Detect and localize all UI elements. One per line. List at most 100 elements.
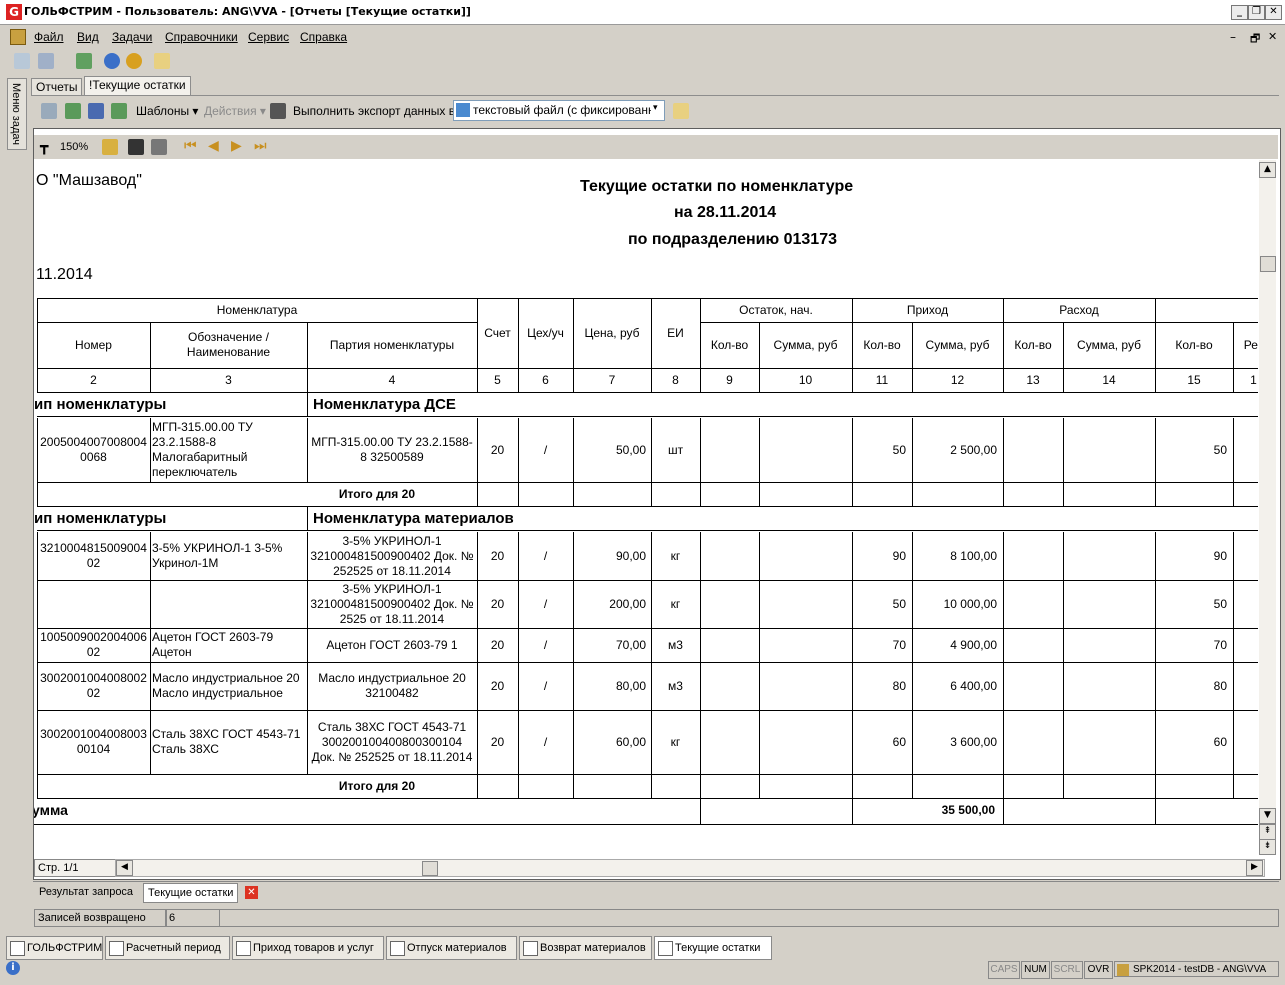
minimize-button[interactable]: _ [1231,5,1248,20]
subtotal-col-line [573,774,574,798]
open-icon[interactable] [102,139,118,155]
group2-row-3-account: 20 [490,637,505,652]
menu-tasks[interactable]: Задачи [112,30,152,44]
row-col-line [651,580,652,628]
zoom-level[interactable]: 150% [60,141,88,153]
menu-file[interactable]: Файл [34,30,64,44]
chevron-down-icon[interactable]: ▾ [653,103,658,113]
scroll-down-button[interactable]: ▼ [1259,808,1276,824]
menu-service[interactable]: Сервис [248,30,289,44]
hscroll-thumb[interactable] [422,861,438,876]
row-col-line [1003,710,1004,774]
group2-row-3-price: 70,00 [615,638,646,652]
export-format-select[interactable]: текстовый файл (с фиксированным ▾ [453,100,665,121]
prev-page-icon[interactable]: ◀ [208,138,219,154]
task-menu-tab[interactable]: Меню задач [7,78,27,150]
task-label: ГОЛЬФСТРИМ [27,942,103,954]
group2-row-1-income-qty: 90 [892,549,906,563]
header-price: Цена, руб [584,325,640,340]
tab-query-result[interactable]: Результат запроса [35,883,137,901]
total-label: умма [34,801,68,818]
print-preview-icon[interactable] [41,103,57,119]
actions-menu[interactable]: Действия ▾ [204,104,266,118]
app-menu-icon[interactable] [10,29,26,45]
menu-directories[interactable]: Справочники [165,30,238,44]
page-up-button[interactable]: ⇞ [1259,824,1276,840]
header-start-balance: Остаток, нач. [739,302,813,317]
mdi-restore-button[interactable]: 🗗 [1250,30,1260,49]
header-sub-12: Сумма, руб [1077,337,1141,352]
task-billing-period[interactable]: Расчетный период [105,936,230,960]
next-page-icon[interactable]: ▶ [231,138,242,154]
export-table-icon[interactable] [111,103,127,119]
page-down-button[interactable]: ⇟ [1259,839,1276,855]
mdi-minimize-button[interactable]: – [1230,30,1236,44]
row-col-line [912,418,913,482]
row-col-line [1063,532,1064,580]
row-col-line [573,532,574,580]
scroll-thumb[interactable] [1260,256,1276,272]
task-label: Возврат материалов [540,942,646,954]
total-line [34,824,700,825]
header-col-line [1155,298,1156,392]
zoom-icon[interactable]: ┳ [40,139,48,155]
help-icon[interactable] [104,53,120,69]
row-col-line [912,662,913,710]
row-col-line [1063,580,1064,628]
exit-icon[interactable] [154,53,170,69]
task-material-return[interactable]: Возврат материалов [519,936,652,960]
row-col-line [150,628,151,662]
print-icon[interactable] [151,139,167,155]
save-icon[interactable] [128,139,144,155]
page-indicator: Стр. 1/1 [34,859,119,877]
row-col-line [1233,532,1234,580]
header-col-line [852,298,853,392]
task-material-issue[interactable]: Отпуск материалов [386,936,517,960]
tab-reports[interactable]: Отчеты [31,78,83,96]
group2-row-3-batch: Ацетон ГОСТ 2603-79 1 [326,637,458,652]
mdi-close-button[interactable]: ✕ [1268,30,1277,43]
tab-current-balances-result[interactable]: Текущие остатки [143,883,239,903]
group2-row-5-account: 20 [490,734,505,749]
menu-view[interactable]: Вид [77,30,99,44]
row-col-line [37,662,38,710]
close-tab-icon[interactable]: ✕ [245,886,258,899]
templates-menu[interactable]: Шаблоны ▾ [136,104,198,118]
row-col-line [651,628,652,662]
navigate-icon[interactable] [14,53,30,69]
menu-help[interactable]: Справка [300,30,347,44]
horizontal-scrollbar[interactable]: ◀ ▶ [115,859,1265,877]
info-icon[interactable] [126,53,142,69]
task-golfstream[interactable]: ГОЛЬФСТРИМ [6,936,103,960]
tab-current-balances[interactable]: !Текущие остатки [84,76,191,96]
group1-row-1-batch: МГП-315.00.00 ТУ 23.2.1588-8 32500589 [311,435,473,464]
group2-row-5-income-sum: 3 600,00 [950,735,997,749]
group2-row-1-shop: / [543,548,548,563]
group2-row-4-income-qty: 80 [892,679,906,693]
group-col-line [307,506,308,530]
scroll-up-button[interactable]: ▲ [1259,162,1276,178]
export-excel-icon[interactable] [65,103,81,119]
export-word-icon[interactable] [88,103,104,119]
total-value: 35 500,00 [941,803,995,817]
group2-row-1-number: 321000481500900402 [40,541,147,570]
restore-button[interactable]: ❐ [1248,5,1265,20]
run-export-icon[interactable] [673,103,689,119]
task-current-balances[interactable]: Текущие остатки [654,936,772,960]
windows-icon[interactable] [38,53,54,69]
vertical-scrollbar[interactable]: ▲ ▼ ⇞ ⇟ [1259,160,1276,855]
scroll-right-button[interactable]: ▶ [1246,860,1263,876]
scroll-left-button[interactable]: ◀ [116,860,133,876]
header-col-line [1063,322,1064,392]
task-goods-receipt[interactable]: Приход товаров и услуг [232,936,384,960]
window-icon [109,941,124,956]
last-page-icon[interactable]: ⏭ [254,138,267,154]
row-col-line [477,628,478,662]
first-page-icon[interactable]: ⏮ [184,138,197,154]
group1-row-1-unit: шт [667,442,684,457]
row-col-line [37,418,38,482]
header-col-line [759,322,760,392]
close-button[interactable]: ✕ [1265,5,1282,20]
refresh-icon[interactable] [76,53,92,69]
session-info: SPK2014 - testDB - ANG\VVA [1114,961,1279,977]
